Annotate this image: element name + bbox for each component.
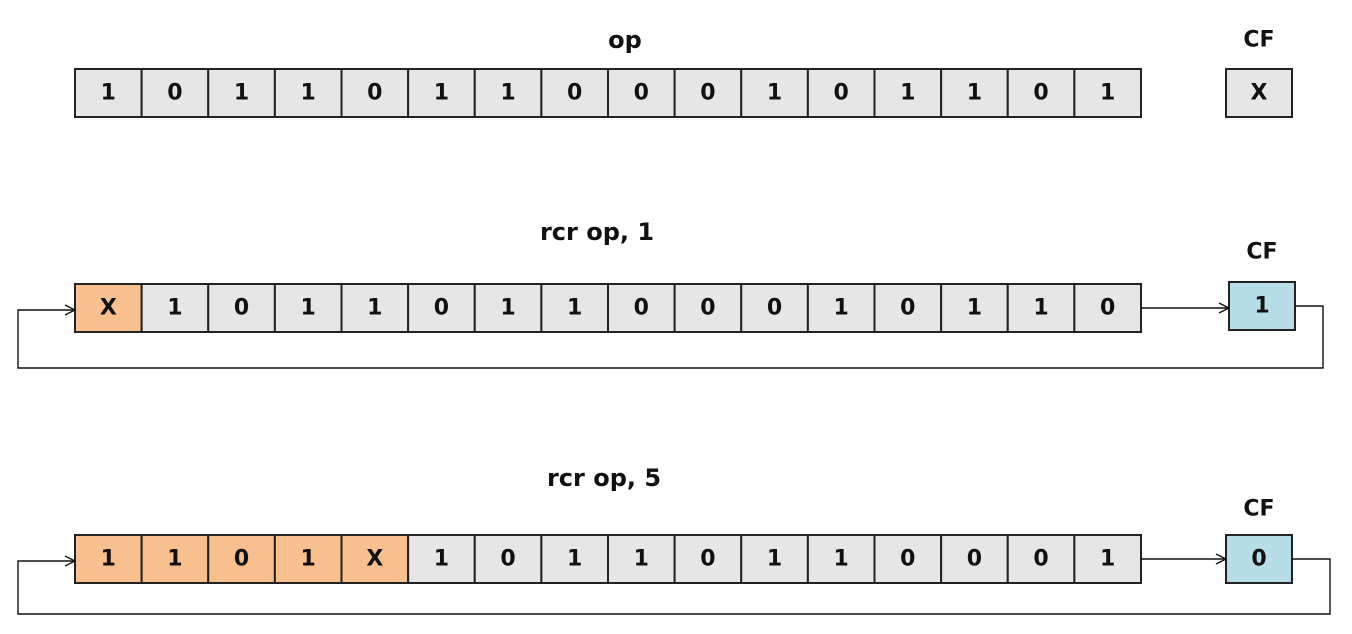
bit-value: 0 bbox=[900, 296, 915, 321]
bit-value: 1 bbox=[1100, 81, 1115, 106]
bit-value: 1 bbox=[634, 547, 649, 572]
cf-label: CF bbox=[1243, 497, 1274, 522]
bit-value: 1 bbox=[967, 296, 982, 321]
bit-value: 0 bbox=[500, 547, 515, 572]
bit-value: 0 bbox=[1100, 296, 1115, 321]
bit-value: 1 bbox=[167, 296, 182, 321]
bit-value: 0 bbox=[700, 296, 715, 321]
bit-value: 1 bbox=[367, 296, 382, 321]
bit-value: 0 bbox=[634, 81, 649, 106]
bit-value: 1 bbox=[167, 547, 182, 572]
bit-value: 1 bbox=[834, 547, 849, 572]
cf-value: 1 bbox=[1254, 294, 1269, 319]
bit-value: 1 bbox=[301, 81, 316, 106]
bit-value: 1 bbox=[900, 81, 915, 106]
cf-value: 0 bbox=[1251, 547, 1266, 572]
bit-value: 1 bbox=[234, 81, 249, 106]
bit-value: 1 bbox=[500, 81, 515, 106]
bit-value: 0 bbox=[834, 81, 849, 106]
bit-value: 0 bbox=[434, 296, 449, 321]
bit-value: 0 bbox=[567, 81, 582, 106]
cf-value: X bbox=[1251, 81, 1268, 106]
bit-value: 1 bbox=[301, 296, 316, 321]
bit-value: 0 bbox=[900, 547, 915, 572]
row-title: op bbox=[608, 26, 642, 54]
bit-value: 1 bbox=[101, 547, 116, 572]
bit-value: 1 bbox=[1100, 547, 1115, 572]
bit-value: 1 bbox=[434, 81, 449, 106]
row-title: rcr op, 5 bbox=[547, 464, 661, 492]
bit-value: 0 bbox=[234, 296, 249, 321]
bit-value: 0 bbox=[234, 547, 249, 572]
bit-value: X bbox=[366, 547, 383, 572]
bit-value: 0 bbox=[1033, 547, 1048, 572]
bit-value: 1 bbox=[1033, 296, 1048, 321]
bit-value: 0 bbox=[167, 81, 182, 106]
bit-value: 1 bbox=[500, 296, 515, 321]
bit-value: 1 bbox=[567, 296, 582, 321]
bit-value: 0 bbox=[700, 81, 715, 106]
bit-value: 1 bbox=[834, 296, 849, 321]
bit-value: 1 bbox=[767, 547, 782, 572]
row-title: rcr op, 1 bbox=[540, 218, 654, 246]
bit-value: 0 bbox=[700, 547, 715, 572]
bit-value: 1 bbox=[301, 547, 316, 572]
cf-label: CF bbox=[1246, 240, 1277, 265]
bit-value: 1 bbox=[567, 547, 582, 572]
bit-value: 0 bbox=[634, 296, 649, 321]
rcr-diagram: op CF 1 0 1 1 0 1 1 0 0 0 1 0 1 1 0 1 Xrcr op, 1 CF X 1 0 1 1 0 1 1… bbox=[17, 26, 1331, 615]
bit-value: 1 bbox=[767, 81, 782, 106]
bit-value: 1 bbox=[434, 547, 449, 572]
bit-value: 1 bbox=[967, 81, 982, 106]
cf-label: CF bbox=[1243, 28, 1274, 53]
bit-value: 0 bbox=[1033, 81, 1048, 106]
bit-value: 0 bbox=[367, 81, 382, 106]
bit-value: X bbox=[100, 296, 117, 321]
bit-value: 0 bbox=[767, 296, 782, 321]
bit-value: 1 bbox=[101, 81, 116, 106]
bit-value: 0 bbox=[967, 547, 982, 572]
